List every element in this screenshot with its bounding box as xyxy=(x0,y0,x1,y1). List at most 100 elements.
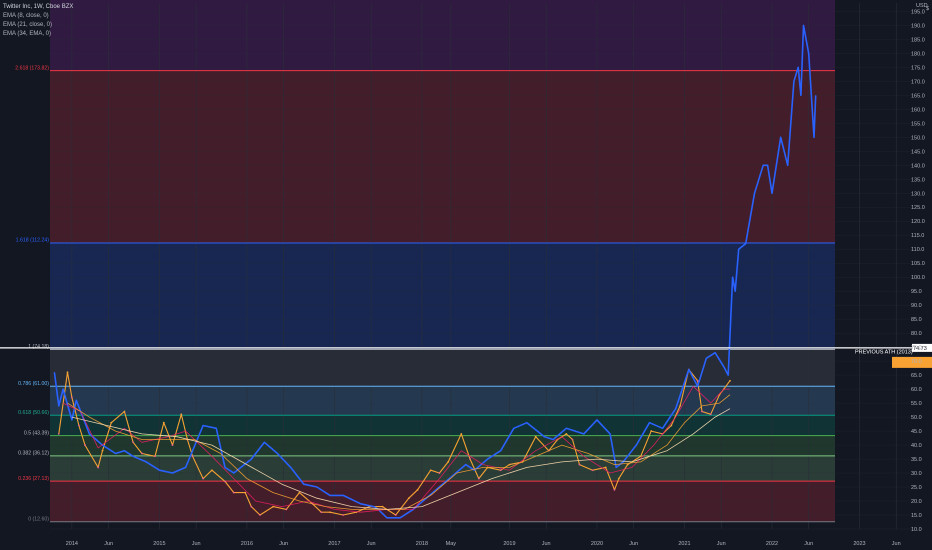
price-point-56 xyxy=(617,477,620,480)
fib-label-2: 0.382 (36.12) xyxy=(18,451,49,457)
price-point-9 xyxy=(132,441,135,444)
time-tick-4: 2016 xyxy=(241,541,253,547)
price-axis: USD$195.0190.0185.0180.0175.0170.0165.01… xyxy=(911,3,929,533)
price-point-23 xyxy=(259,514,261,516)
price-point-61 xyxy=(670,424,673,427)
price-tick-30: 45.0 xyxy=(911,429,922,435)
price-tick-10: 145.0 xyxy=(911,149,925,155)
price-tick-28: 55.0 xyxy=(911,401,922,407)
time-tick-11: Jun xyxy=(542,541,551,547)
price-point-19 xyxy=(224,480,226,483)
chart-area[interactable]: 0 (12.60) 0.236 (27.13) 0.382 (36.12) 0.5 (… xyxy=(0,0,932,550)
price-point-10 xyxy=(140,452,143,455)
price-tick-27: 60.0 xyxy=(911,387,922,393)
time-tick-18: 2023 xyxy=(853,541,865,547)
price-tick-18: 105.0 xyxy=(911,261,925,267)
fib-zones xyxy=(50,0,835,522)
time-axis: 2014 Jun 2015 Jun 2016 Jun 2017 Jun 2018 May 2019 J… xyxy=(66,541,901,547)
price-tick-23: 80.0 xyxy=(911,331,922,337)
price-point-1 xyxy=(66,371,69,374)
price-tick-37: 10.0 xyxy=(911,527,922,533)
time-tick-9: May xyxy=(446,541,457,547)
price-tick-35: 20.0 xyxy=(911,499,922,505)
fib-labels: 0 (12.60) 0.236 (27.13) 0.382 (36.12) 0.5 (… xyxy=(15,65,49,522)
price-tick-8: 155.0 xyxy=(911,121,925,127)
price-tick-16: 115.0 xyxy=(911,233,924,239)
legend-ema-8: EMA (8, close, 0) xyxy=(3,13,49,19)
price-tick-5: 170.0 xyxy=(911,79,925,85)
fib-label-3: 0.5 (43.39) xyxy=(24,430,49,436)
price-tick-31: 40.0 xyxy=(911,443,922,449)
price-point-3 xyxy=(77,424,80,427)
price-tick-17: 110.0 xyxy=(911,247,924,253)
price-point-35 xyxy=(407,497,410,500)
price-point-51 xyxy=(571,438,574,441)
price-point-7 xyxy=(110,421,113,424)
time-tick-10: 2019 xyxy=(503,541,515,547)
price-point-69 xyxy=(729,379,731,382)
price-point-21 xyxy=(244,491,247,494)
price-point-12 xyxy=(162,421,165,424)
price-tick-29: 50.0 xyxy=(911,415,922,421)
legend-ema-34: EMA (34, EMA, 0) xyxy=(3,31,52,37)
time-tick-3: Jun xyxy=(192,541,201,547)
price-point-64 xyxy=(696,379,699,382)
price-tick-26: 65.0 xyxy=(911,373,922,379)
price-point-0 xyxy=(57,432,60,435)
price-point-25 xyxy=(285,508,288,511)
price-point-37 xyxy=(429,469,432,472)
price-point-18 xyxy=(210,469,213,472)
time-tick-12: 2020 xyxy=(591,541,603,547)
price-point-66 xyxy=(709,413,712,416)
price-point-8 xyxy=(123,410,126,413)
price-point-36 xyxy=(416,488,419,491)
price-point-4 xyxy=(84,444,86,446)
price-point-22 xyxy=(250,505,253,508)
price-tick-22: 85.0 xyxy=(911,317,922,323)
fib-label-0: 0 (12.60) xyxy=(28,517,49,523)
price-point-53 xyxy=(591,469,594,472)
ath-annotation: PREVIOUS ATH (2013) xyxy=(855,349,913,355)
price-point-50 xyxy=(565,432,568,435)
price-point-58 xyxy=(639,455,642,458)
price-point-65 xyxy=(701,410,703,413)
time-tick-8: 2018 xyxy=(416,541,428,547)
price-tick-9: 150.0 xyxy=(911,135,925,141)
time-tick-0: 2014 xyxy=(66,541,78,547)
fib-label-7: 1.618 (112.24) xyxy=(16,238,50,244)
chart-legend: Twitter Inc, 1W, Cboe BZX EMA (8, close,… xyxy=(3,3,73,39)
time-tick-17: Jun xyxy=(804,541,813,547)
time-tick-14: 2021 xyxy=(678,541,690,547)
price-point-45 xyxy=(508,463,511,466)
price-point-38 xyxy=(438,472,441,474)
axis-currency: $ xyxy=(926,6,929,12)
fib-label-1: 0.236 (27.13) xyxy=(18,476,49,482)
price-point-57 xyxy=(626,463,629,466)
price-point-5 xyxy=(97,466,100,469)
price-tick-7: 160.0 xyxy=(911,107,925,113)
time-tick-1: Jun xyxy=(104,541,113,547)
price-tick-14: 125.0 xyxy=(911,205,925,211)
chart-canvas[interactable]: 0 (12.60) 0.236 (27.13) 0.382 (36.12) 0.5 (… xyxy=(0,0,932,550)
price-point-6 xyxy=(101,449,104,452)
time-tick-15: Jun xyxy=(717,541,726,547)
price-tick-4: 175.0 xyxy=(911,65,925,71)
price-tick-15: 120.0 xyxy=(911,219,925,225)
price-point-14 xyxy=(180,413,183,416)
fib-label-4: 0.618 (50.66) xyxy=(18,410,49,416)
price-point-17 xyxy=(202,477,205,480)
price-tick-0: 195.0 xyxy=(911,9,925,15)
price-tick-34: 25.0 xyxy=(911,485,922,491)
time-tick-7: Jun xyxy=(367,541,376,547)
price-point-41 xyxy=(469,458,471,460)
price-point-20 xyxy=(232,491,235,494)
price-tick-1: 190.0 xyxy=(911,23,925,29)
price-tick-11: 140.0 xyxy=(911,163,925,169)
time-tick-6: 2017 xyxy=(328,541,340,547)
price-point-30 xyxy=(342,514,345,516)
price-point-26 xyxy=(298,491,301,494)
price-tick-33: 30.0 xyxy=(911,471,922,477)
price-point-59 xyxy=(650,430,653,432)
time-tick-19: Jun xyxy=(892,541,901,547)
price-point-44 xyxy=(499,469,502,472)
